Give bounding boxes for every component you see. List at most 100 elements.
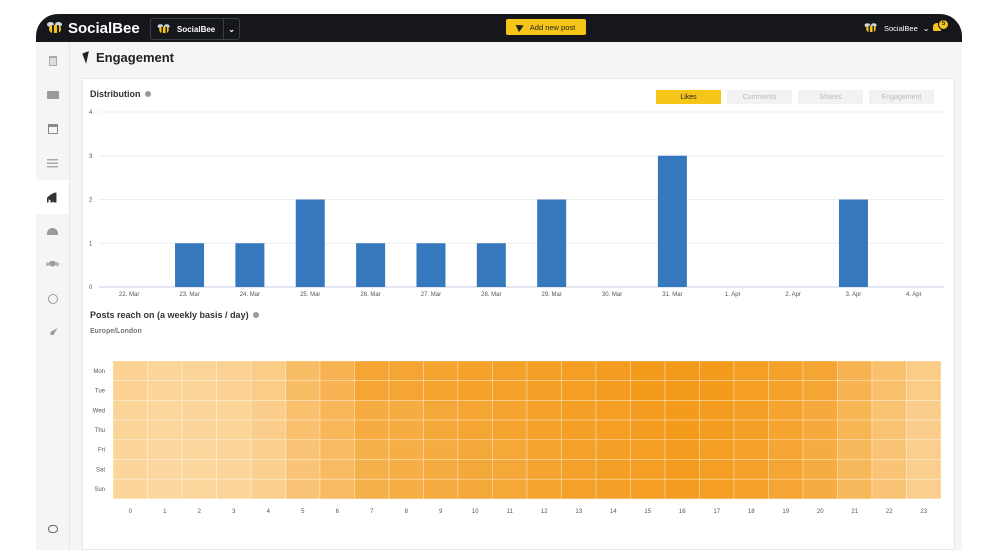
heatmap-cell xyxy=(181,439,217,460)
heatmap-cell xyxy=(423,380,459,401)
sidebar-item-boost[interactable] xyxy=(36,316,69,350)
heatmap-cell xyxy=(837,400,873,421)
heatmap-cell xyxy=(492,478,528,500)
heatmap-cell xyxy=(181,400,217,421)
bar-24-mar xyxy=(235,243,265,287)
column-label-5: 5 xyxy=(301,509,305,515)
heatmap-cell xyxy=(526,380,562,401)
info-icon[interactable] xyxy=(144,91,151,97)
sidebar-item-links[interactable] xyxy=(36,282,69,316)
heatmap-cell xyxy=(595,459,631,480)
heatmap-cell xyxy=(630,459,666,480)
heatmap-cell xyxy=(423,478,459,500)
heatmap-cell xyxy=(319,360,355,382)
sidebar-item-trash[interactable] xyxy=(36,44,69,78)
x-tick-label-6: 28. Mar xyxy=(481,292,501,298)
heatmap-cell xyxy=(699,419,735,441)
heatmap-cell xyxy=(457,439,493,460)
heatmap-cell xyxy=(250,380,286,401)
notifications-button[interactable]: 5 xyxy=(932,19,949,33)
y-tick-label-4: 4 xyxy=(89,110,93,116)
heatmap-cell xyxy=(319,419,355,441)
heatmap-cell xyxy=(906,459,942,480)
heatmap-title-text: Posts reach on (a weekly basis / day) xyxy=(90,310,249,320)
heatmap-cell xyxy=(147,478,183,500)
heatmap-cell xyxy=(457,459,493,480)
heatmap-cell xyxy=(354,459,390,480)
workspace-switcher[interactable]: SocialBee ⌄ xyxy=(150,18,240,40)
sidebar-item-connect[interactable] xyxy=(36,512,69,546)
distribution-bar-chart: 0 1 2 3 4 22. Mar 23. Mar 24. Mar 25. Mar 26. Mar… xyxy=(89,110,944,298)
sidebar-item-schedule[interactable] xyxy=(36,112,69,146)
x-tick-label-4: 26. Mar xyxy=(360,292,380,298)
sidebar-item-services[interactable] xyxy=(36,214,69,248)
heatmap-cell xyxy=(492,439,528,460)
user-avatar-icon xyxy=(864,23,878,33)
user-menu[interactable]: SocialBee ⌄ xyxy=(862,19,929,37)
heatmap-cell xyxy=(664,400,700,421)
heatmap-cell xyxy=(216,459,252,480)
heatmap-cell xyxy=(319,400,355,421)
app-window: SocialBee SocialBee ⌄ Add new post Socia… xyxy=(36,14,962,550)
add-new-post-button[interactable]: Add new post xyxy=(506,19,586,35)
heatmap-cell xyxy=(837,380,873,401)
logo[interactable]: SocialBee xyxy=(46,18,140,38)
heatmap-cell xyxy=(285,380,321,401)
heatmap-cell xyxy=(147,380,183,401)
heatmap-cell xyxy=(768,478,804,500)
sidebar-item-queue[interactable] xyxy=(36,146,69,180)
heatmap-cell xyxy=(181,419,217,441)
heatmap-cell xyxy=(768,459,804,480)
sidebar-item-content[interactable] xyxy=(36,78,69,112)
heatmap-cell xyxy=(906,439,942,460)
heatmap-cell xyxy=(354,360,390,382)
info-icon[interactable] xyxy=(252,312,259,318)
heatmap-cell xyxy=(837,439,873,460)
heatmap-cell xyxy=(147,419,183,441)
tab-shares[interactable]: Shares xyxy=(798,90,863,104)
column-label-10: 10 xyxy=(472,509,479,515)
sidebar-item-team[interactable] xyxy=(36,248,69,282)
heatmap-cell xyxy=(423,400,459,421)
heatmap-cell xyxy=(871,439,907,460)
heatmap-cell xyxy=(147,400,183,421)
analytics-chart-icon xyxy=(46,192,57,203)
heatmap-cell xyxy=(388,380,424,401)
column-label-20: 20 xyxy=(817,509,824,515)
bar-29-mar xyxy=(537,199,567,287)
chain-link-icon xyxy=(47,525,58,533)
tab-likes[interactable]: Likes xyxy=(656,90,721,104)
heatmap-cell xyxy=(285,419,321,441)
y-tick-label-3: 3 xyxy=(89,154,93,160)
sidebar-item-analytics[interactable] xyxy=(36,180,69,214)
heatmap-cell xyxy=(733,459,769,480)
heatmap-cell xyxy=(768,360,804,382)
tab-engagement[interactable]: Engagement xyxy=(869,90,934,104)
heatmap-cell xyxy=(354,439,390,460)
notification-badge: 5 xyxy=(938,19,949,30)
cloche-icon xyxy=(47,227,58,235)
bar-31-mar xyxy=(657,155,687,287)
heatmap-cell xyxy=(664,380,700,401)
heatmap-cell xyxy=(802,360,838,382)
heatmap-cell xyxy=(906,419,942,441)
heatmap-cell xyxy=(250,439,286,460)
heatmap-cell xyxy=(250,360,286,382)
tab-comments[interactable]: Comments xyxy=(727,90,792,104)
heatmap-cell xyxy=(871,360,907,382)
heatmap-cell xyxy=(181,478,217,500)
heatmap-cell xyxy=(457,419,493,441)
heatmap-cell xyxy=(699,459,735,480)
bar-23-mar xyxy=(175,243,205,287)
heatmap-cell xyxy=(837,419,873,441)
heatmap-cell xyxy=(733,478,769,500)
heatmap-cell xyxy=(319,439,355,460)
heatmap-cell xyxy=(112,380,148,401)
heatmap-cell xyxy=(906,478,942,500)
column-label-3: 3 xyxy=(232,509,236,515)
heatmap-cell xyxy=(216,478,252,500)
column-label-6: 6 xyxy=(336,509,340,515)
heatmap-cell xyxy=(250,419,286,441)
heatmap-cell xyxy=(319,380,355,401)
column-label-12: 12 xyxy=(541,509,548,515)
